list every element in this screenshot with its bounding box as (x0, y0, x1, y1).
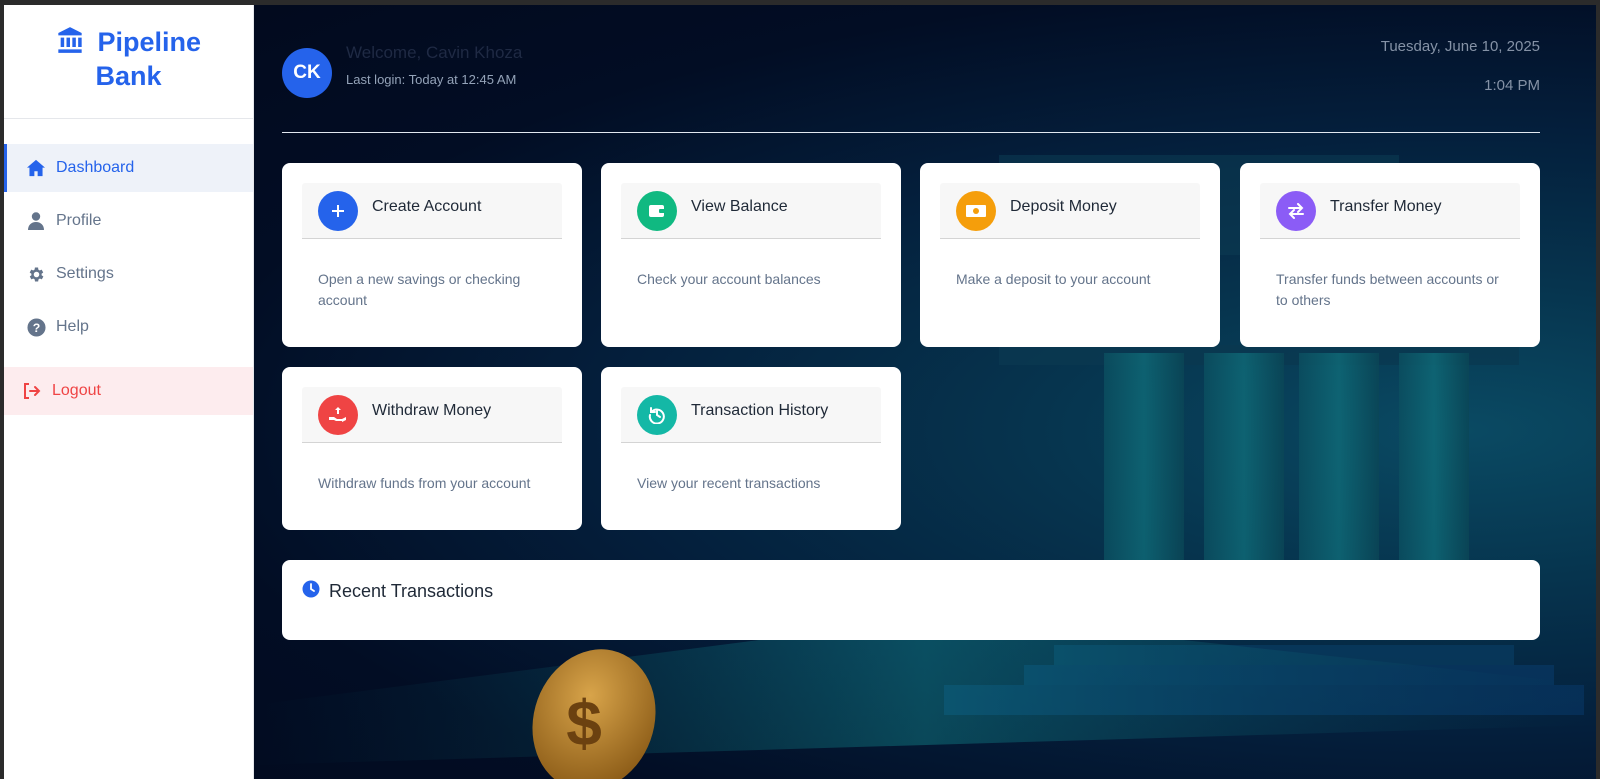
view-balance-card[interactable]: View Balance Check your account balances (601, 163, 901, 347)
plus-icon (318, 190, 358, 231)
card-description: Make a deposit to your account (956, 271, 1151, 287)
svg-text:?: ? (32, 320, 40, 334)
money-icon (956, 190, 996, 231)
card-title: Transaction History (691, 401, 829, 419)
sidebar-nav: Dashboard Profile Settings ? Help Logout (4, 144, 253, 415)
clock-icon (302, 580, 320, 603)
brand-name-line2: Bank (95, 61, 162, 91)
card-title: Deposit Money (1010, 197, 1117, 215)
sidebar-item-label: Dashboard (56, 159, 135, 176)
transfer-money-card[interactable]: Transfer Money Transfer funds between ac… (1240, 163, 1540, 347)
welcome-text: Welcome, Cavin Khoza (346, 43, 523, 62)
card-title: Transfer Money (1330, 197, 1442, 215)
last-login-text: Last login: Today at 12:45 AM (346, 72, 517, 87)
gear-icon (26, 264, 46, 284)
card-description: Check your account balances (637, 271, 821, 287)
withdraw-money-card[interactable]: Withdraw Money Withdraw funds from your … (282, 367, 582, 530)
sidebar-item-dashboard[interactable]: Dashboard (4, 144, 253, 192)
main-content: $ CK Welcome, Cavin Khoza Last login: To… (254, 5, 1596, 779)
sidebar-item-profile[interactable]: Profile (4, 197, 253, 245)
card-title: Create Account (372, 197, 482, 215)
sidebar-item-settings[interactable]: Settings (4, 250, 253, 298)
transfer-icon (1276, 190, 1316, 231)
recent-transactions-title: Recent Transactions (329, 581, 494, 601)
current-time: 1:04 PM (1484, 77, 1540, 94)
brand-name-line1: Pipeline (97, 27, 202, 57)
history-icon (637, 394, 677, 435)
card-title: View Balance (691, 197, 788, 215)
logout-label: Logout (52, 382, 101, 399)
recent-transactions-panel: Recent Transactions (282, 560, 1540, 640)
sidebar-item-help[interactable]: ? Help (4, 303, 253, 351)
user-icon (26, 211, 46, 231)
logout-icon (22, 381, 42, 401)
sidebar-item-label: Settings (56, 265, 114, 282)
help-icon: ? (26, 317, 46, 337)
logout-button[interactable]: Logout (4, 367, 253, 415)
card-description: View your recent transactions (637, 475, 821, 491)
home-icon (26, 158, 46, 178)
card-description: Open a new savings or checking account (318, 271, 521, 308)
deposit-money-card[interactable]: Deposit Money Make a deposit to your acc… (920, 163, 1220, 347)
current-date: Tuesday, June 10, 2025 (1380, 38, 1540, 55)
withdraw-icon (318, 394, 358, 435)
bank-icon (56, 27, 98, 57)
wallet-icon (637, 190, 677, 231)
create-account-card[interactable]: Create Account Open a new savings or che… (282, 163, 582, 347)
sidebar: Pipeline Bank Dashboard Profile Settings… (4, 5, 254, 779)
svg-text:$: $ (566, 687, 602, 759)
sidebar-item-label: Help (56, 318, 89, 335)
card-title: Withdraw Money (372, 401, 492, 419)
brand-logo[interactable]: Pipeline Bank (4, 5, 253, 119)
card-description: Transfer funds between accounts or to ot… (1276, 271, 1499, 308)
header: CK Welcome, Cavin Khoza Last login: Toda… (282, 5, 1540, 133)
transaction-history-card[interactable]: Transaction History View your recent tra… (601, 367, 901, 530)
card-description: Withdraw funds from your account (318, 475, 531, 491)
avatar[interactable]: CK (282, 48, 332, 98)
sidebar-item-label: Profile (56, 212, 102, 229)
